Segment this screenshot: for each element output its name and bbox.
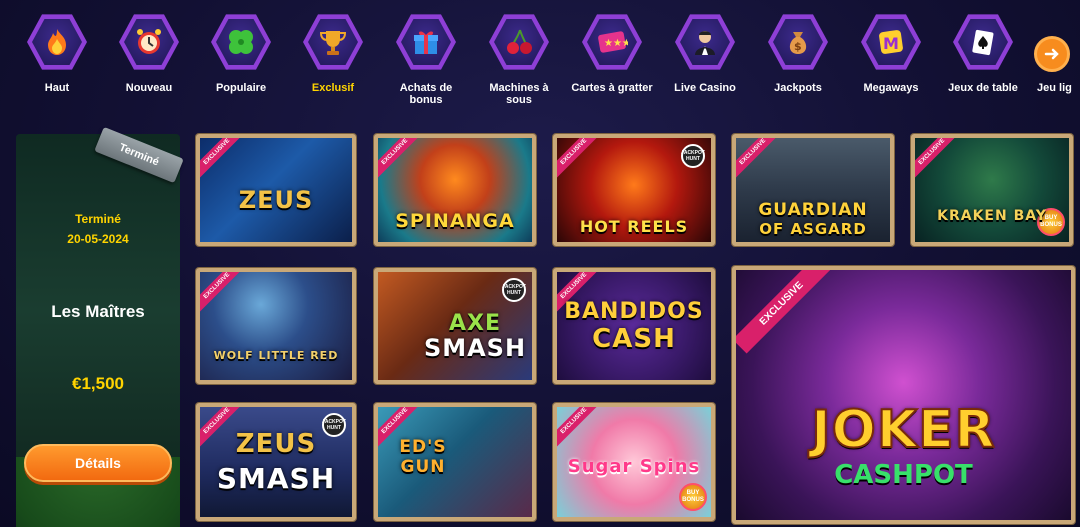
category-megaways[interactable]: M Megaways: [843, 12, 939, 112]
game-title: HOT REELS: [579, 217, 689, 236]
game-tile-wolf-little-red[interactable]: EXCLUSIVE WOLF LITTLE RED: [196, 268, 356, 384]
gift-icon: [396, 14, 456, 70]
category-jeux-de-table[interactable]: Jeux de table: [935, 12, 1031, 112]
game-title: SPINANGA: [395, 210, 515, 232]
megaways-icon: M: [861, 14, 921, 70]
game-title: ED'S GUN: [399, 437, 447, 477]
category-label: Haut: [44, 82, 70, 94]
promo-status: Terminé: [75, 212, 121, 226]
category-label: Exclusif: [311, 82, 355, 94]
game-tile-joker-cashpot[interactable]: EXCLUSIVE JOKER CASHPOT: [732, 266, 1075, 524]
jackpot-hunt-badge: JACKPOT HUNT: [681, 144, 705, 168]
category-cartes-a-gratter[interactable]: ★★★ Cartes à gratter: [564, 12, 660, 112]
game-title: Sugar Spins: [567, 456, 701, 477]
category-exclusif[interactable]: Exclusif: [285, 12, 381, 112]
promo-prize: €1,500: [72, 374, 124, 393]
game-title: ZEUS: [238, 186, 314, 214]
game-tile-eds-gun[interactable]: EXCLUSIVE ED'S GUN: [374, 403, 536, 521]
category-live-casino[interactable]: Live Casino: [657, 12, 753, 112]
arrow-right-icon[interactable]: [1034, 36, 1070, 72]
game-subtitle: SMASH: [423, 334, 527, 362]
game-title: GUARDIAN: [758, 200, 868, 220]
category-label: Megaways: [863, 82, 919, 94]
game-subtitle: CASHPOT: [834, 460, 973, 490]
category-label: Nouveau: [125, 82, 173, 94]
game-tile-zeus[interactable]: EXCLUSIVE ZEUS: [196, 134, 356, 246]
game-tile-zeus-smash[interactable]: EXCLUSIVE JACKPOT HUNT ZEUS SMASH: [196, 403, 356, 521]
money-bag-icon: $: [768, 14, 828, 70]
bonus-badge: BUY BONUS: [679, 483, 707, 511]
category-label: Achats de bonus: [399, 82, 453, 106]
cherries-icon: [489, 14, 549, 70]
game-tile-hot-reels[interactable]: EXCLUSIVE JACKPOT HUNT HOT REELS: [553, 134, 715, 246]
game-title: AXE: [448, 311, 502, 336]
promo-title: Les Maîtres: [51, 302, 145, 321]
tournament-card: Terminé 20-05-2024 Les Maîtres €1,500 Dé…: [16, 134, 180, 527]
promo-date: 20-05-2024: [67, 232, 129, 246]
game-tile-axe-smash[interactable]: JACKPOT HUNT AXE SMASH: [374, 268, 536, 384]
game-tile-spinanga[interactable]: EXCLUSIVE SPINANGA: [374, 134, 536, 246]
category-label: Jackpots: [774, 82, 822, 94]
category-nouveau[interactable]: Nouveau: [101, 12, 197, 112]
scratch-card-icon: ★★★: [582, 14, 642, 70]
alarm-clock-icon: [119, 14, 179, 70]
svg-text:$: $: [794, 40, 802, 53]
dealer-icon: [675, 14, 735, 70]
playing-card-icon: [953, 14, 1013, 70]
category-label: Machines à sous: [489, 82, 549, 106]
jackpot-hunt-badge: JACKPOT HUNT: [502, 278, 526, 302]
category-label: Cartes à gratter: [571, 82, 653, 94]
game-title: ZEUS: [235, 429, 317, 459]
category-haut[interactable]: Haut: [9, 12, 105, 112]
game-tile-sugar-spins[interactable]: EXCLUSIVE BUY BONUS Sugar Spins: [553, 403, 715, 521]
category-label: Jeux de table: [948, 82, 1018, 94]
category-label: Populaire: [215, 82, 267, 94]
game-title: KRAKEN BAY: [937, 208, 1047, 224]
game-subtitle: SMASH: [216, 462, 336, 495]
flame-icon: [27, 14, 87, 70]
game-tile-bandidos-cash[interactable]: EXCLUSIVE BANDIDOS CASH: [553, 268, 715, 384]
category-nav: Haut Nouveau Populaire Exclusif Achats d…: [0, 0, 1080, 118]
svg-text:★★★: ★★★: [604, 38, 628, 49]
details-button[interactable]: Détails: [24, 444, 172, 482]
category-jackpots[interactable]: $ Jackpots: [750, 12, 846, 112]
category-label: Jeu lig: [1037, 82, 1072, 94]
game-subtitle: CASH: [592, 324, 676, 354]
trophy-icon: [303, 14, 363, 70]
game-title: JOKER: [810, 399, 996, 461]
game-tile-guardian-of-asgard[interactable]: EXCLUSIVE GUARDIAN OF ASGARD: [732, 134, 894, 246]
category-populaire[interactable]: Populaire: [193, 12, 289, 112]
game-title: BANDIDOS: [564, 299, 704, 324]
clover-icon: [211, 14, 271, 70]
game-subtitle: OF ASGARD: [759, 220, 867, 238]
category-machines-a-sous[interactable]: Machines à sous: [471, 12, 567, 112]
game-title: WOLF LITTLE RED: [213, 349, 339, 362]
category-label: Live Casino: [674, 82, 736, 94]
svg-text:M: M: [883, 34, 899, 53]
game-tile-kraken-bay[interactable]: EXCLUSIVE BUY BONUS KRAKEN BAY: [911, 134, 1073, 246]
category-achats-de-bonus[interactable]: Achats de bonus: [378, 12, 474, 112]
